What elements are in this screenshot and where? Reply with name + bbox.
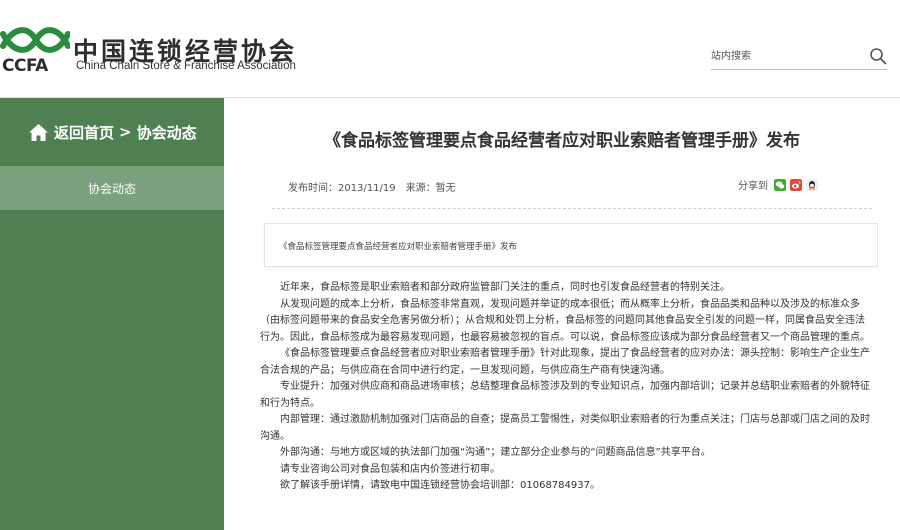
- breadcrumb-current-section[interactable]: 协会动态: [137, 122, 197, 143]
- article-paragraph: 内部管理：通过激励机制加强对门店商品的自查；提高员工警惕性，对类似职业索赔者的行…: [260, 414, 870, 442]
- sidebar: 返回首页 > 协会动态 协会动态: [0, 98, 230, 530]
- home-link[interactable]: 返回首页: [54, 122, 114, 143]
- publish-time-label: 发布时间：: [288, 183, 338, 194]
- breadcrumb-separator: >: [119, 123, 132, 141]
- article-paragraph: 请专业咨询公司对食品包装和店内价签进行初审。: [280, 463, 500, 475]
- article-title: 《食品标签管理要点食品经营者应对职业索赔者管理手册》发布: [324, 131, 800, 151]
- article-paragraph: 外部沟通：与地方或区域的执法部门加强“沟通”；建立部分企业参与的“问题商品信息”…: [280, 447, 711, 458]
- source-value: 暂无: [435, 183, 456, 194]
- article-paragraph: 《食品标签管理要点食品经营者应对职业索赔者管理手册》针对此现象，提出了食品经营者…: [260, 348, 870, 376]
- home-icon[interactable]: [28, 123, 49, 142]
- article-paragraph: 欲了解该手册详情，请致电中国连锁经营协会培训部：01068784937。: [280, 480, 600, 491]
- article-panel: 《食品标签管理要点食品经营者应对职业索赔者管理手册》发布 发布时间：2013/1…: [224, 98, 900, 530]
- sidebar-item-association-news[interactable]: 协会动态: [0, 166, 230, 210]
- publish-date: 2013/11/19: [338, 183, 396, 194]
- logo-english-name: China Chain Store & Franchise Associatio…: [76, 60, 296, 72]
- article-paragraph: 近年来，食品标签是职业索赔者和部分政府监管部门关注的重点，同时也引发食品经营者的…: [280, 282, 730, 293]
- wechat-icon[interactable]: [774, 178, 786, 191]
- share-label: 分享到: [738, 181, 768, 192]
- qq-icon[interactable]: [806, 178, 818, 191]
- search-bar: [711, 44, 887, 70]
- meta-divider: [272, 208, 872, 209]
- logo-abbreviation: CCFA: [2, 56, 48, 76]
- ccfa-logo[interactable]: 中国连锁经营协会 CCFA China Chain Store & Franch…: [0, 14, 320, 84]
- weibo-icon[interactable]: [790, 178, 802, 191]
- source-label: 来源：: [405, 183, 436, 194]
- search-icon[interactable]: [869, 47, 887, 65]
- share-bar: 分享到: [738, 177, 818, 192]
- sidebar-item-label: 协会动态: [87, 181, 136, 196]
- article-meta: 发布时间：2013/11/19 来源：暂无: [288, 179, 456, 194]
- search-input[interactable]: [711, 47, 861, 65]
- article-paragraph: 专业提升：加强对供应商和商品进场审核；总结整理食品标签涉及到的专业知识点，加强内…: [260, 381, 870, 409]
- article-body: 近年来，食品标签是职业索赔者和部分政府监管部门关注的重点，同时也引发食品经营者的…: [260, 280, 872, 495]
- article-summary: 《食品标签管理要点食品经营者应对职业索赔者管理手册》发布: [264, 223, 878, 267]
- site-header: 中国连锁经营协会 CCFA China Chain Store & Franch…: [0, 0, 900, 98]
- article-paragraph: 从发现问题的成本上分析，食品标签非常直观，发现问题并举证的成本很低；而从概率上分…: [260, 298, 870, 343]
- sidebar-breadcrumb: 返回首页 > 协会动态: [0, 98, 224, 166]
